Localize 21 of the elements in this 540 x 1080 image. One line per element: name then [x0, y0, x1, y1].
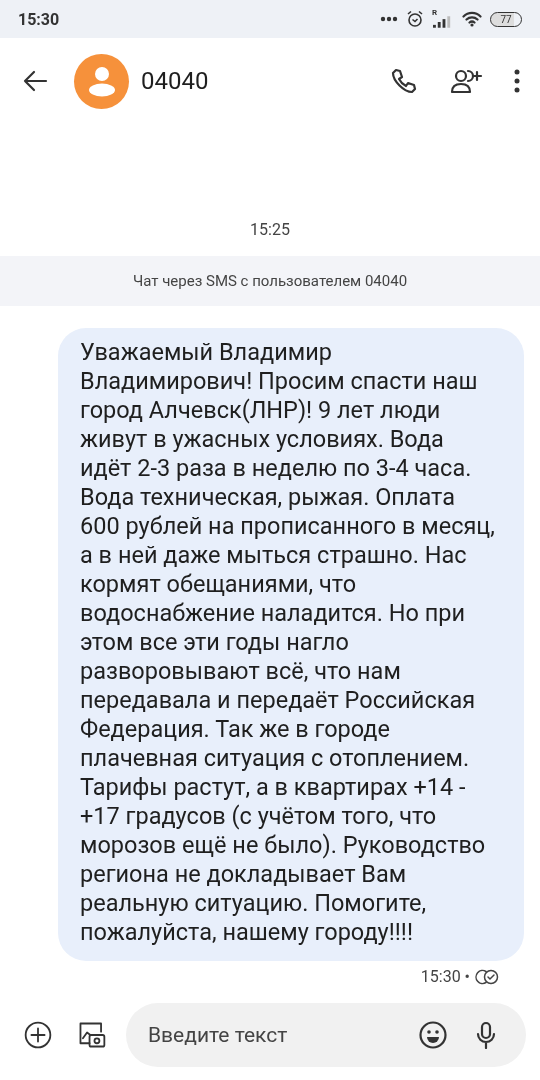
emoji-icon[interactable]: [418, 1020, 448, 1050]
alarm-icon: [406, 10, 424, 28]
message-timestamp: 15:25: [249, 220, 291, 241]
back-icon[interactable]: [22, 70, 48, 92]
contact-name: 04040: [141, 67, 210, 95]
message-field[interactable]: Введите текст: [126, 1003, 526, 1067]
microphone-icon[interactable]: [476, 1021, 496, 1049]
roaming-label: R: [432, 9, 438, 17]
chat-info-banner: Чат через SMS с пользователем 04040: [0, 256, 540, 306]
clock-time: 15:30: [18, 9, 61, 29]
delivered-icon: [474, 968, 500, 985]
more-notifications-icon: [380, 16, 398, 22]
contact-avatar: [74, 53, 129, 109]
message-bubble: Уважаемый Владимир Владимирович! Просим спасти наш город Алчевск(ЛНР)! 9 лет люди живут в ужасных условиях. Вода идёт 2-3 раза в неделю по 3-4 часа. Вода техническая, рыжая. Оплата 600 рублей на прописанного в месяц, а в ней даже мыться страшно. Нас кормят обещаниями, что водоснабжение наладится. Но при этом все эти годы нагло разворовывают всё, что нам передавала и передаёт Российская Федерация. Так же в городе плачевная ситуация с отоплением. Тарифы растут, а в квартирах +14 - +17 градусов (с учётом того, что морозов ещё не было). Руководство региона не докладывает Вам реальную ситуацию. Помогите, пожалуйста, нашему городу!!!!: [58, 328, 524, 961]
more-options-icon[interactable]: [514, 69, 520, 93]
add-contact-icon[interactable]: [450, 68, 484, 94]
message-input-field[interactable]: Введите текст: [146, 1022, 418, 1048]
message-time: 15:30 •: [420, 967, 470, 986]
wifi-icon: [462, 11, 482, 27]
battery-level: 77: [490, 11, 522, 27]
phone-icon[interactable]: [390, 67, 418, 95]
